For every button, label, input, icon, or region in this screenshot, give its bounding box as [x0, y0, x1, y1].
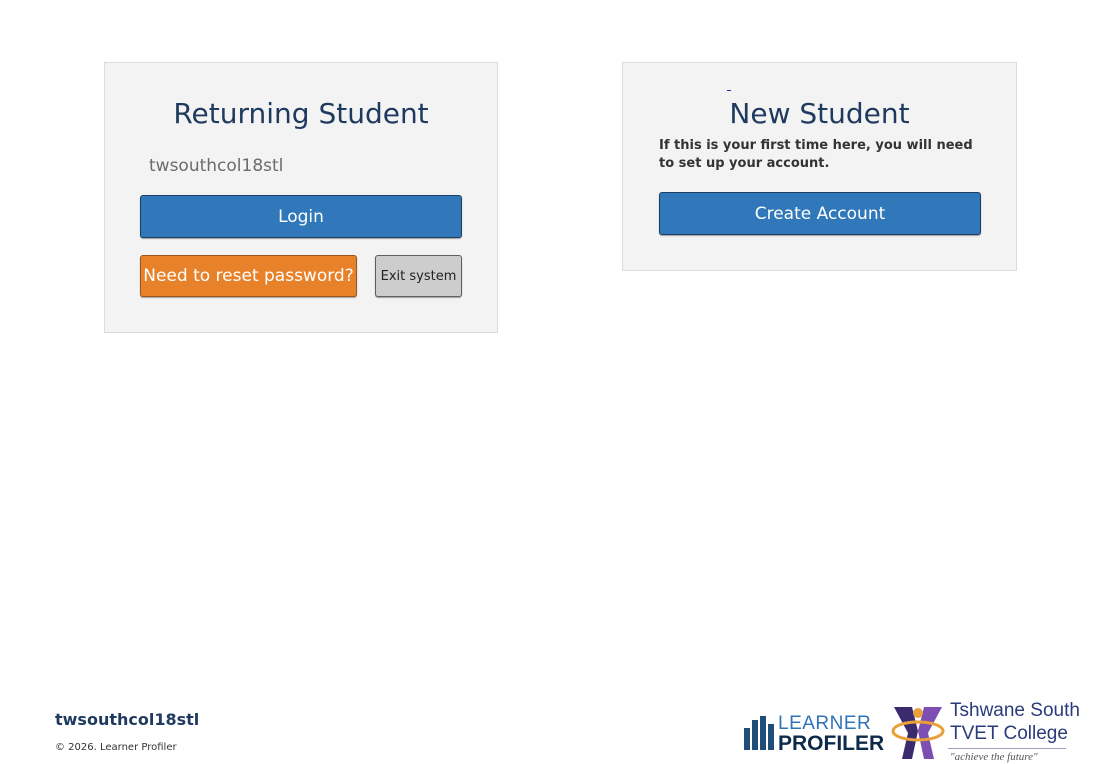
- footer-copyright: © 2026. Learner Profiler: [55, 742, 177, 753]
- login-button[interactable]: Login: [140, 195, 462, 238]
- footer-username: twsouthcol18stl: [55, 710, 200, 729]
- returning-student-title: Returning Student: [173, 97, 429, 130]
- decorative-mark: [727, 90, 731, 91]
- create-account-button[interactable]: Create Account: [659, 192, 981, 235]
- college-tagline: "achieve the future": [950, 751, 1038, 763]
- college-divider: [948, 748, 1066, 749]
- returning-student-panel: Returning Student twsouthcol18stl Login …: [104, 62, 498, 333]
- college-name-line2: TVET College: [950, 723, 1068, 744]
- learner-profiler-line2: PROFILER: [778, 732, 885, 755]
- username-display: twsouthcol18stl: [149, 156, 284, 176]
- college-name-line1: Tshwane South: [950, 700, 1080, 721]
- college-emblem-icon: [891, 707, 945, 759]
- new-student-description: If this is your first time here, you wil…: [659, 138, 973, 171]
- learner-profiler-logo: LEARNER PROFILER: [744, 712, 884, 755]
- learner-profiler-bars-icon: [744, 716, 774, 750]
- exit-system-button[interactable]: Exit system: [375, 255, 462, 297]
- college-logo: Tshwane South TVET College "achieve the …: [890, 700, 1080, 764]
- new-student-title: New Student: [729, 97, 910, 130]
- reset-password-button[interactable]: Need to reset password?: [140, 255, 357, 297]
- new-student-panel: New Student If this is your first time h…: [622, 62, 1017, 271]
